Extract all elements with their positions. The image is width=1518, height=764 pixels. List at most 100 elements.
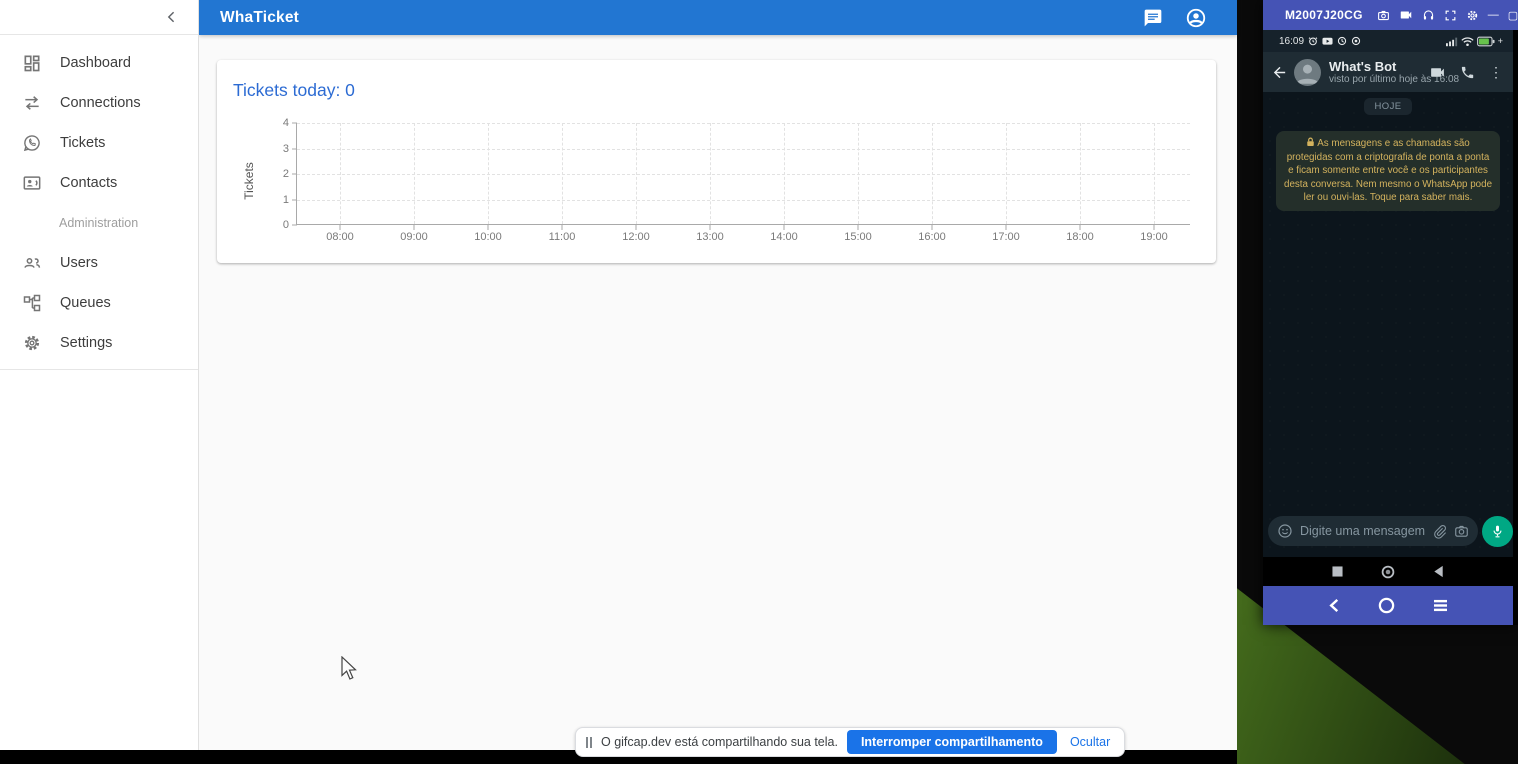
swap-arrows-icon [20, 91, 44, 115]
sidebar-header [0, 0, 198, 35]
x-axis-tick-label: 13:00 [696, 231, 724, 243]
sidebar-item-contacts[interactable]: Contacts [0, 163, 198, 203]
gridline-vertical [932, 123, 933, 224]
gridline-horizontal [297, 123, 1190, 124]
sidebar-item-connections[interactable]: Connections [0, 83, 198, 123]
gridline-vertical [858, 123, 859, 224]
contact-avatar[interactable] [1294, 59, 1321, 86]
x-axis-tick-mark [414, 225, 415, 230]
message-input[interactable]: Digite uma mensagem [1268, 516, 1478, 546]
contact-name: What's Bot [1329, 59, 1429, 74]
recents-button[interactable] [1332, 566, 1343, 577]
lock-icon [1306, 137, 1315, 147]
account-button[interactable] [1185, 7, 1207, 29]
android-nav-bar [1263, 557, 1513, 586]
mirror-back-button[interactable] [1328, 598, 1340, 613]
sidebar-item-label: Queues [60, 295, 111, 311]
gridline-horizontal [297, 200, 1190, 201]
gridline-horizontal [297, 174, 1190, 175]
x-axis-tick-mark [1080, 225, 1081, 230]
messages-button[interactable] [1143, 7, 1163, 29]
x-axis-tick-label: 18:00 [1066, 231, 1094, 243]
mirror-menu-button[interactable] [1433, 599, 1448, 612]
circle-outline-icon [1378, 597, 1395, 614]
back-button[interactable] [1271, 64, 1288, 81]
people-icon [20, 251, 44, 275]
camera-icon [1454, 524, 1469, 539]
sidebar-item-users[interactable]: Users [0, 243, 198, 283]
menu-button[interactable]: ⋮ [1489, 64, 1503, 81]
hide-toast-button[interactable]: Ocultar [1070, 735, 1110, 749]
videocam-icon [1429, 64, 1446, 81]
x-axis-tick-mark [1154, 225, 1155, 230]
sidebar-item-tickets[interactable]: Tickets [0, 123, 198, 163]
emoji-button[interactable] [1277, 523, 1293, 539]
encryption-text: As mensagens e as chamadas são protegida… [1284, 138, 1492, 203]
whatsapp-chat-header: What's Bot visto por último hoje às 16:0… [1263, 52, 1513, 92]
fullscreen-button[interactable] [1444, 9, 1457, 22]
chevron-left-icon [1328, 598, 1340, 613]
emoji-icon [1277, 523, 1293, 539]
battery-icon [1477, 36, 1495, 47]
chat-bubble-icon [1143, 8, 1163, 28]
tickets-chart-card: Tickets today: 0 Tickets 0123408:0009:00… [217, 60, 1216, 263]
phone-screen: 16:09 + [1263, 30, 1513, 625]
android-status-bar: 16:09 + [1263, 30, 1513, 52]
contact-info[interactable]: What's Bot visto por último hoje às 16:0… [1329, 59, 1429, 85]
alarm-icon [1308, 36, 1318, 46]
x-axis-tick-label: 15:00 [844, 231, 872, 243]
video-call-button[interactable] [1429, 64, 1446, 81]
mic-button[interactable] [1482, 516, 1513, 547]
headset-icon [1422, 9, 1435, 22]
y-axis-tick-mark [292, 174, 297, 175]
sidebar-divider [0, 369, 198, 370]
account-circle-icon [1185, 7, 1207, 29]
y-axis-title: Tickets [242, 151, 256, 211]
whatsapp-icon [20, 131, 44, 155]
record-button[interactable] [1399, 8, 1413, 22]
triangle-icon [1433, 565, 1444, 578]
app-bar: WhaTicket [199, 0, 1237, 35]
sidebar-item-dashboard[interactable]: Dashboard [0, 43, 198, 83]
videocam-icon [1399, 8, 1413, 22]
phone-window-titlebar[interactable]: M2007J20CG — ▢ ✕ [1263, 0, 1518, 30]
screenshot-button[interactable] [1377, 9, 1390, 22]
phone-window-title: M2007J20CG [1285, 8, 1363, 22]
screen: Dashboard Connections Tickets Contacts [0, 0, 1518, 764]
phone-mirror-window: M2007J20CG — ▢ ✕ 16:09 [1263, 0, 1518, 625]
mirror-home-button[interactable] [1378, 597, 1395, 614]
camera-button[interactable] [1454, 524, 1469, 539]
audio-button[interactable] [1422, 9, 1435, 22]
x-axis-tick-mark [340, 225, 341, 230]
x-axis-tick-mark [858, 225, 859, 230]
sidebar-item-queues[interactable]: Queues [0, 283, 198, 323]
android-back-button[interactable] [1433, 565, 1444, 578]
maximize-button[interactable]: ▢ [1508, 9, 1518, 22]
minimize-button[interactable]: — [1488, 9, 1499, 21]
x-axis-tick-label: 10:00 [474, 231, 502, 243]
sidebar-nav: Dashboard Connections Tickets Contacts [0, 35, 198, 370]
gridline-vertical [784, 123, 785, 224]
attach-button[interactable] [1432, 524, 1447, 539]
mirror-nav-bar [1263, 586, 1513, 625]
home-button[interactable] [1381, 565, 1395, 579]
x-axis-tick-label: 08:00 [326, 231, 354, 243]
x-axis-tick-label: 19:00 [1140, 231, 1168, 243]
sidebar-item-label: Connections [60, 95, 141, 111]
signal-icon [1446, 36, 1458, 47]
y-axis-tick-label: 2 [271, 168, 289, 180]
main-content: Tickets today: 0 Tickets 0123408:0009:00… [199, 35, 1237, 750]
mouse-cursor [340, 656, 358, 682]
collapse-sidebar-button[interactable] [164, 9, 180, 25]
y-axis-tick-mark [292, 225, 297, 226]
circle-icon [1381, 565, 1395, 579]
encryption-notice[interactable]: As mensagens e as chamadas são protegida… [1276, 131, 1500, 211]
gridline-vertical [636, 123, 637, 224]
preferences-button[interactable] [1466, 9, 1479, 22]
sidebar-item-settings[interactable]: Settings [0, 323, 198, 363]
last-seen-status: visto por último hoje às 16:08 [1329, 74, 1429, 85]
voice-call-button[interactable] [1460, 65, 1475, 80]
desktop-background: M2007J20CG — ▢ ✕ 16:09 [1237, 0, 1518, 764]
stop-sharing-button[interactable]: Interromper compartilhamento [847, 730, 1057, 754]
x-axis-tick-label: 11:00 [549, 231, 576, 243]
